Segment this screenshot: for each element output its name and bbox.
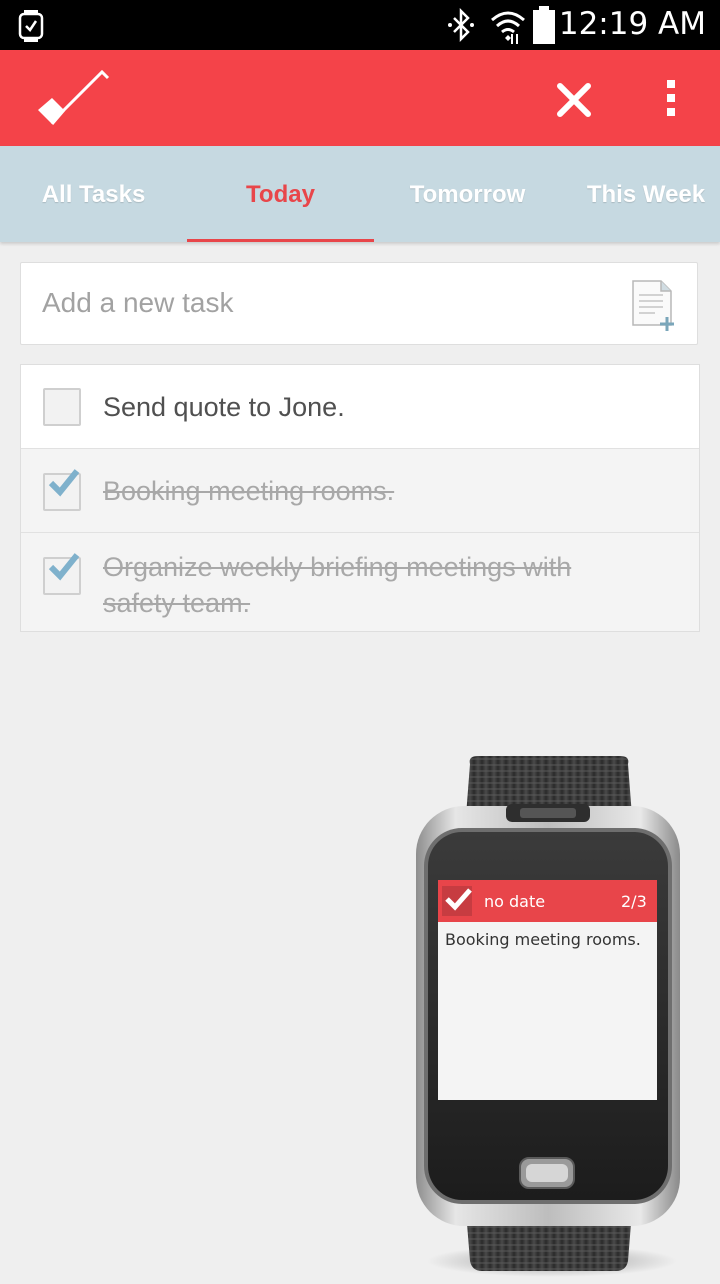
app-bar [0,50,720,146]
watch-task-text: Booking meeting rooms. [445,930,641,949]
watch-header-title: no date [484,892,546,911]
add-note-icon[interactable] [631,279,681,335]
tab-tomorrow[interactable]: Tomorrow [374,146,561,242]
wifi-icon [490,8,526,48]
watch-task-counter: 2/3 [621,892,647,911]
task-checkbox[interactable] [43,388,81,426]
task-text: Send quote to Jone. [103,392,345,422]
checkmark-logo [36,68,116,134]
watch-notification-icon [18,10,44,46]
add-task-card[interactable]: Add a new task [20,262,698,345]
task-text-line: Organize weekly briefing meetings with [103,552,572,582]
tab-this-week[interactable]: This Week [561,146,720,242]
smartwatch-preview: no date 2/3 Booking meeting rooms. [402,756,692,1284]
close-icon[interactable] [552,78,596,126]
task-list: Send quote to Jone. Booking meeting room… [20,364,700,632]
task-text: Booking meeting rooms. [103,476,395,506]
task-row[interactable]: Booking meeting rooms. [21,449,699,533]
task-row[interactable]: Organize weekly briefing meetings with s… [21,533,699,631]
task-checkbox-checked[interactable] [43,469,81,511]
task-checkbox-checked[interactable] [43,553,81,595]
date-tabs: All Tasks Today Tomorrow This Week [0,146,720,242]
status-time: 12:19 AM [558,6,706,42]
add-task-input[interactable]: Add a new task [42,287,233,319]
tab-all-tasks[interactable]: All Tasks [0,146,187,242]
bluetooth-icon [444,7,478,46]
status-bar: 12:19 AM [0,0,720,50]
more-options-icon[interactable] [656,76,686,124]
task-row[interactable]: Send quote to Jone. [21,365,699,449]
task-text: Organize weekly briefing meetings with s… [103,549,571,621]
task-text-line: safety team. [103,588,251,618]
battery-icon [532,6,556,48]
tab-today[interactable]: Today [187,146,374,242]
